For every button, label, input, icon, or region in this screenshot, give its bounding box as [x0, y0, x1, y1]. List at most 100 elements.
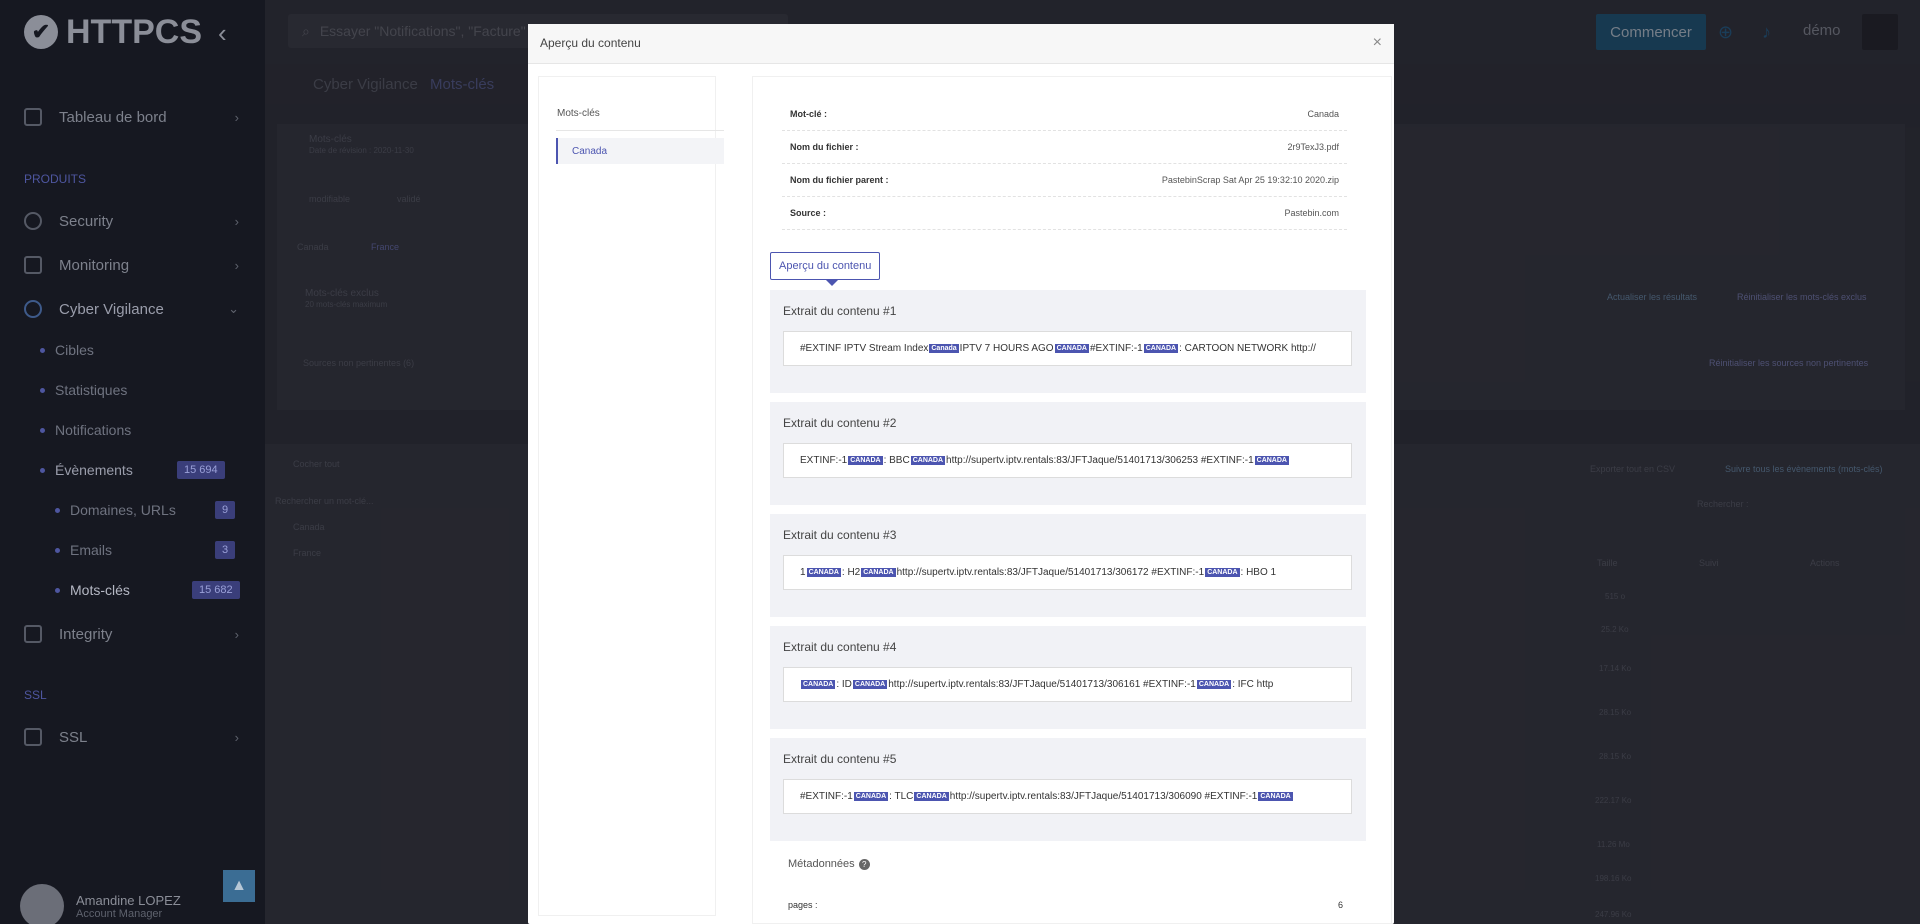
metadata-label: Métadonnées [788, 858, 855, 870]
sidebar-item-label: Security [59, 212, 114, 230]
extract-title: Extrait du contenu #2 [783, 416, 897, 430]
keyword-highlight: Canada [929, 344, 959, 353]
keyword-highlight: CANADA [861, 568, 896, 577]
sidebar-subitem-statistiques[interactable]: Statistiques [40, 382, 127, 398]
sidebar-item-label: Monitoring [59, 256, 130, 274]
extract-text: : HBO 1 [1240, 567, 1277, 578]
scroll-top-button[interactable]: ▲ [223, 870, 255, 902]
user-name: Amandine LOPEZ [76, 892, 181, 908]
app-logo[interactable]: ✔ HTTPCS [24, 12, 202, 52]
logo-text: HTTPCS [66, 12, 202, 51]
divider [556, 130, 724, 131]
bullet-icon [55, 547, 60, 553]
sidebar-item-security[interactable]: Security › [0, 201, 265, 241]
keyword-highlight: CANADA [853, 792, 889, 801]
keyword-highlight: CANADA [914, 792, 949, 801]
count-badge: 15 682 [192, 581, 240, 599]
sidebar-item-cyber-vigilance[interactable]: Cyber Vigilance ⌄ [0, 289, 265, 329]
sidebar-item-label: Cyber Vigilance [59, 300, 164, 318]
lock-icon [24, 728, 42, 746]
extract-block: Extrait du contenu #2 EXTINF:-1 CANADA :… [770, 402, 1366, 505]
detail-row-source: Source : Pastebin.com [782, 197, 1347, 230]
extract-title: Extrait du contenu #4 [783, 640, 897, 654]
bullet-icon [40, 347, 45, 353]
help-icon[interactable]: ? [858, 858, 870, 870]
extract-text: : CARTOON NETWORK http:// [1179, 343, 1316, 354]
bullet-icon [40, 427, 45, 433]
keyword-highlight: CANADA [1254, 456, 1289, 465]
sidebar-subitem-label: Cibles [55, 342, 94, 358]
sidebar-subitem-mots-cles[interactable]: Mots-clés 15 682 [55, 581, 240, 599]
keywords-panel-title: Mots-clés [557, 108, 600, 119]
extract-title: Extrait du contenu #5 [783, 752, 897, 766]
sidebar-subitem-emails[interactable]: Emails 3 [55, 541, 240, 559]
extract-text: EXTINF:-1 [800, 455, 848, 466]
keyword-item-canada[interactable]: Canada [556, 138, 724, 164]
extract-text: : TLC [889, 791, 914, 802]
sidebar-subitem-cibles[interactable]: Cibles [40, 342, 94, 358]
count-badge: 15 694 [177, 461, 225, 479]
chevron-right-icon: › [234, 213, 239, 229]
chevron-right-icon: › [234, 729, 239, 745]
globe-icon [24, 300, 42, 318]
dashboard-icon [24, 108, 42, 126]
detail-value: Pastebin.com [1284, 208, 1339, 218]
content-preview-modal: Aperçu du contenu × Mots-clés Canada Mot… [528, 24, 1394, 924]
integrity-icon [24, 625, 42, 643]
extract-text: #EXTINF:-1 [800, 791, 853, 802]
collapse-sidebar-icon[interactable]: ‹ [218, 18, 227, 49]
sidebar-item-dashboard[interactable]: Tableau de bord › [0, 97, 265, 137]
arrow-up-icon: ▲ [231, 877, 247, 894]
section-products: PRODUITS [24, 172, 87, 186]
extract-text: #EXTINF IPTV Stream Index [800, 343, 929, 354]
count-badge: 9 [215, 501, 236, 519]
bullet-icon [40, 467, 45, 473]
chevron-right-icon: › [234, 626, 239, 642]
sidebar-subitem-domaines[interactable]: Domaines, URLs 9 [55, 501, 240, 519]
modal-title: Aperçu du contenu [540, 36, 641, 50]
sidebar-subitem-label: Domaines, URLs [70, 502, 176, 518]
keyword-highlight: CANADA [801, 680, 836, 689]
extract-content: EXTINF:-1 CANADA : BBC CANADA http://sup… [783, 443, 1352, 478]
extract-text: http://supertv.iptv.rentals:83/JFTJaque/… [949, 791, 1258, 802]
user-profile[interactable]: Amandine LOPEZ Account Manager [20, 884, 181, 924]
section-ssl: SSL [24, 688, 47, 702]
sidebar-subitem-label: Mots-clés [70, 582, 130, 598]
keyword-highlight: CANADA [852, 680, 888, 689]
detail-value: 2r9TexJ3.pdf [1287, 142, 1339, 152]
keyword-highlight: CANADA [1196, 680, 1232, 689]
extract-text: #EXTINF:-1 [1089, 343, 1143, 354]
keyword-highlight: CANADA [1143, 344, 1179, 353]
extract-block: Extrait du contenu #1 #EXTINF IPTV Strea… [770, 290, 1366, 393]
sidebar-item-integrity[interactable]: Integrity › [0, 614, 265, 654]
metadata-value: 6 [1337, 900, 1343, 910]
sidebar-subitem-label: Évènements [55, 462, 133, 478]
sidebar-item-ssl[interactable]: SSL › [0, 717, 265, 757]
detail-row-keyword: Mot-clé : Canada [782, 98, 1347, 131]
detail-row-parent-filename: Nom du fichier parent : PastebinScrap Sa… [782, 164, 1347, 197]
logo-check-icon: ✔ [24, 15, 58, 49]
sidebar-subitem-label: Statistiques [55, 382, 128, 398]
extract-block: Extrait du contenu #3 1 CANADA : H2 CANA… [770, 514, 1366, 617]
keyword-highlight: CANADA [1205, 568, 1240, 577]
close-icon[interactable]: × [1373, 34, 1382, 52]
sidebar-subitem-evenements[interactable]: Évènements 15 694 [40, 461, 240, 479]
sidebar-item-label: Integrity [59, 625, 113, 643]
chevron-right-icon: › [234, 109, 239, 125]
metadata-key: pages : [788, 900, 818, 910]
keywords-panel [538, 76, 716, 916]
keyword-highlight: CANADA [910, 456, 946, 465]
extract-text: : IFC http [1232, 679, 1274, 690]
extract-block: Extrait du contenu #5 #EXTINF:-1 CANADA … [770, 738, 1366, 841]
count-badge: 3 [215, 541, 236, 559]
user-role: Account Manager [76, 907, 163, 920]
bullet-icon [40, 387, 45, 393]
sidebar-subitem-notifications[interactable]: Notifications [40, 422, 131, 438]
tab-content-preview[interactable]: Aperçu du contenu [770, 252, 881, 280]
shield-icon [24, 212, 42, 230]
chart-icon [24, 256, 42, 274]
keyword-highlight: CANADA [1054, 344, 1089, 353]
sidebar-item-monitoring[interactable]: Monitoring › [0, 245, 265, 285]
detail-key: Source : [790, 208, 827, 218]
sidebar-subitem-label: Emails [70, 542, 113, 558]
